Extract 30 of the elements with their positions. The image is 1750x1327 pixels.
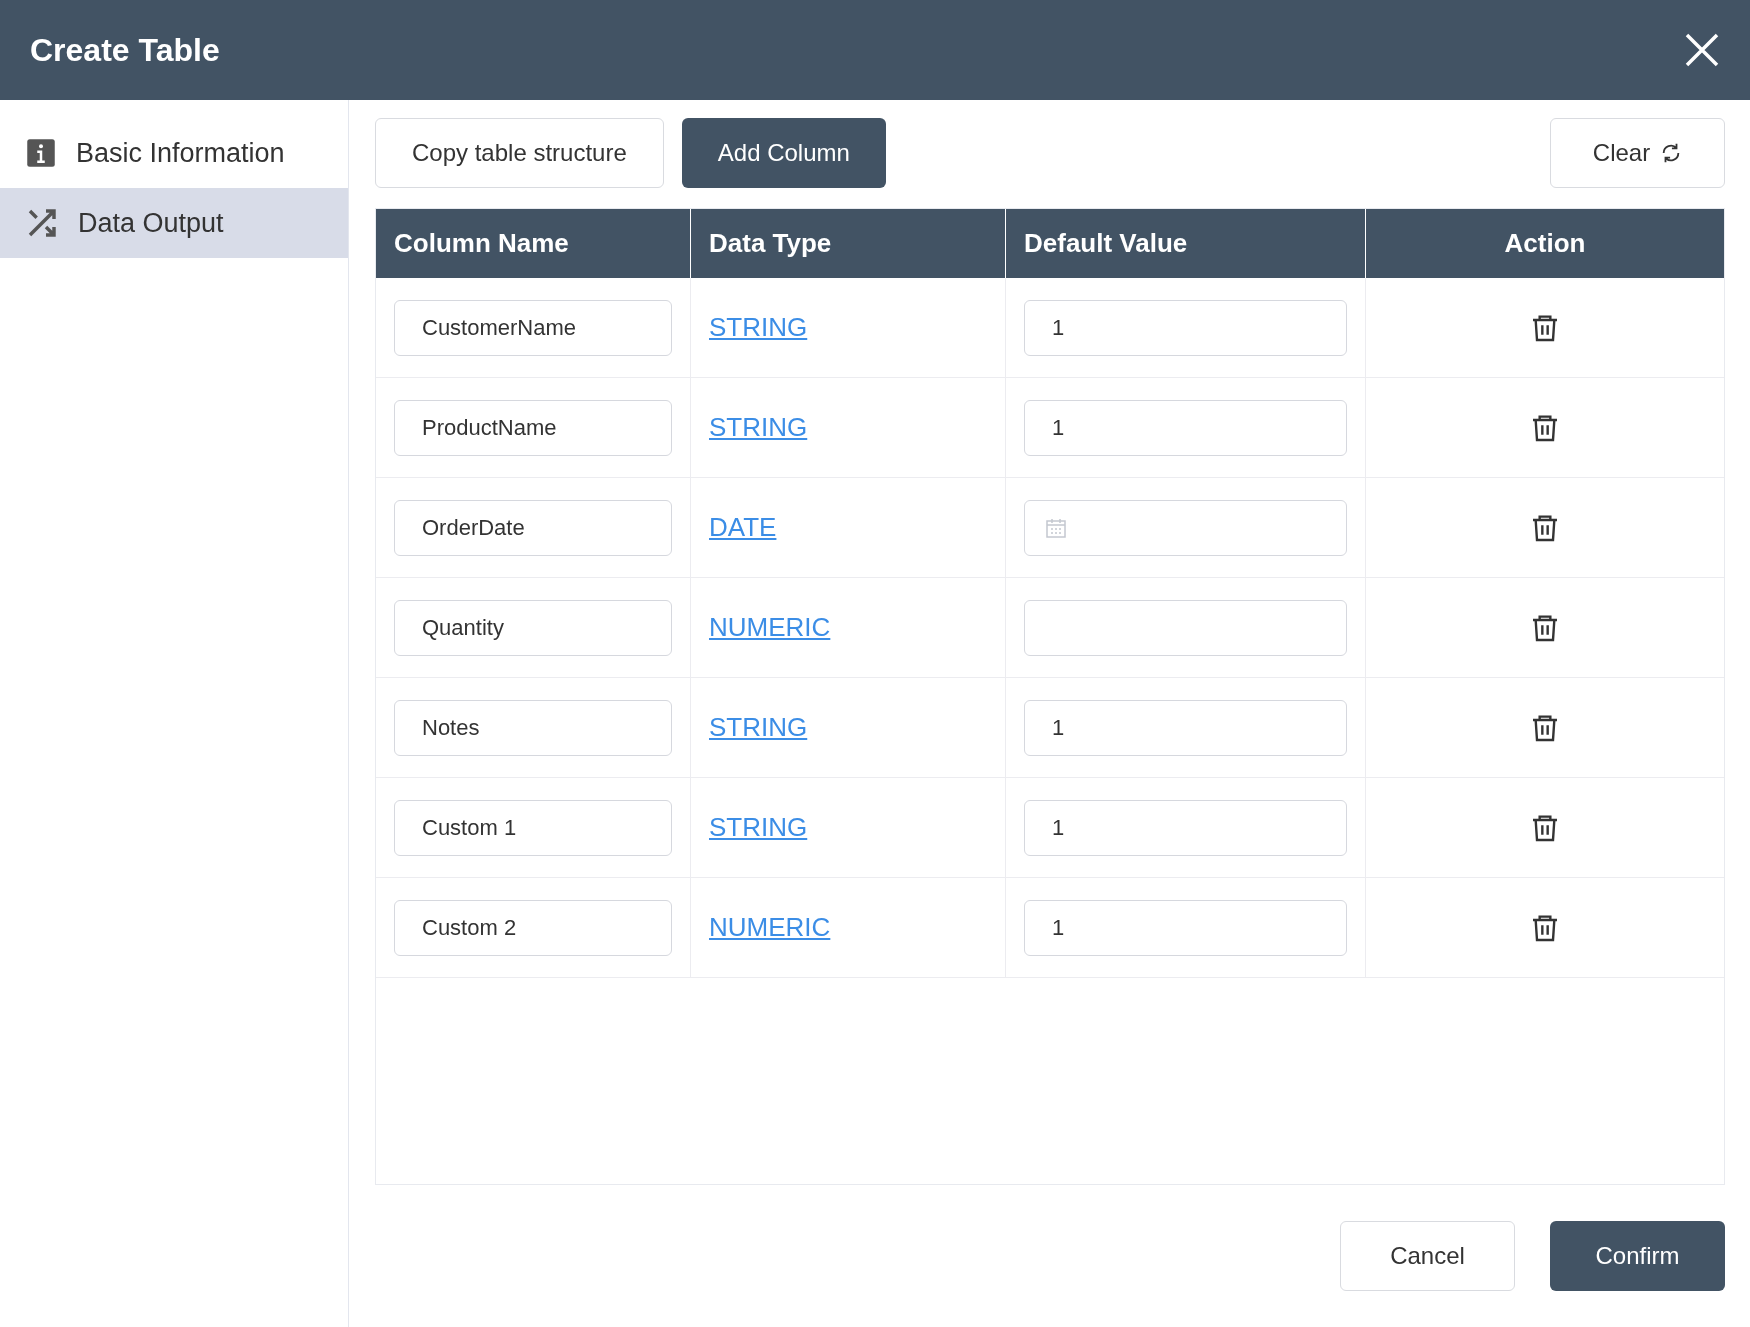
default-value-field[interactable]: 1 (1024, 299, 1347, 356)
close-icon[interactable] (1684, 32, 1720, 68)
column-name-field[interactable]: ProductName (394, 399, 672, 456)
column-name-field[interactable]: Custom 1 (394, 799, 672, 856)
default-value-field[interactable]: 1 (1024, 899, 1347, 956)
sidebar-item[interactable]: Basic Information (0, 118, 348, 188)
column-name-field[interactable]: OrderDate (394, 499, 672, 556)
copy-structure-button[interactable]: Copy table structure (375, 118, 664, 188)
sidebar-item[interactable]: Data Output (0, 188, 348, 258)
cancel-button[interactable]: Cancel (1340, 1221, 1515, 1291)
default-value-field[interactable]: 1 (1024, 799, 1347, 856)
column-header: Column Name (376, 209, 691, 278)
confirm-button[interactable]: Confirm (1550, 1221, 1725, 1291)
calendar-icon (1045, 516, 1067, 539)
column-name-field[interactable]: Quantity (394, 599, 672, 656)
default-value-field[interactable]: 1 (1024, 699, 1347, 756)
shuffle-icon (26, 207, 58, 239)
add-column-button[interactable]: Add Column (681, 118, 886, 188)
default-value-field[interactable] (1024, 599, 1347, 656)
column-header: Action (1503, 227, 1587, 260)
column-name-field[interactable]: Notes (394, 699, 672, 756)
default-value-field[interactable]: 1 (1024, 399, 1347, 456)
column-header: Data Type (691, 209, 1006, 278)
info-icon (26, 138, 56, 168)
date-field[interactable] (1024, 499, 1347, 556)
column-name-field[interactable]: CustomerName (394, 299, 672, 356)
clear-button[interactable]: Clear (1550, 118, 1725, 188)
column-header: Default Value (1006, 209, 1366, 278)
window-title: Create Table (30, 31, 220, 70)
column-name-field[interactable]: Custom 2 (394, 899, 672, 956)
